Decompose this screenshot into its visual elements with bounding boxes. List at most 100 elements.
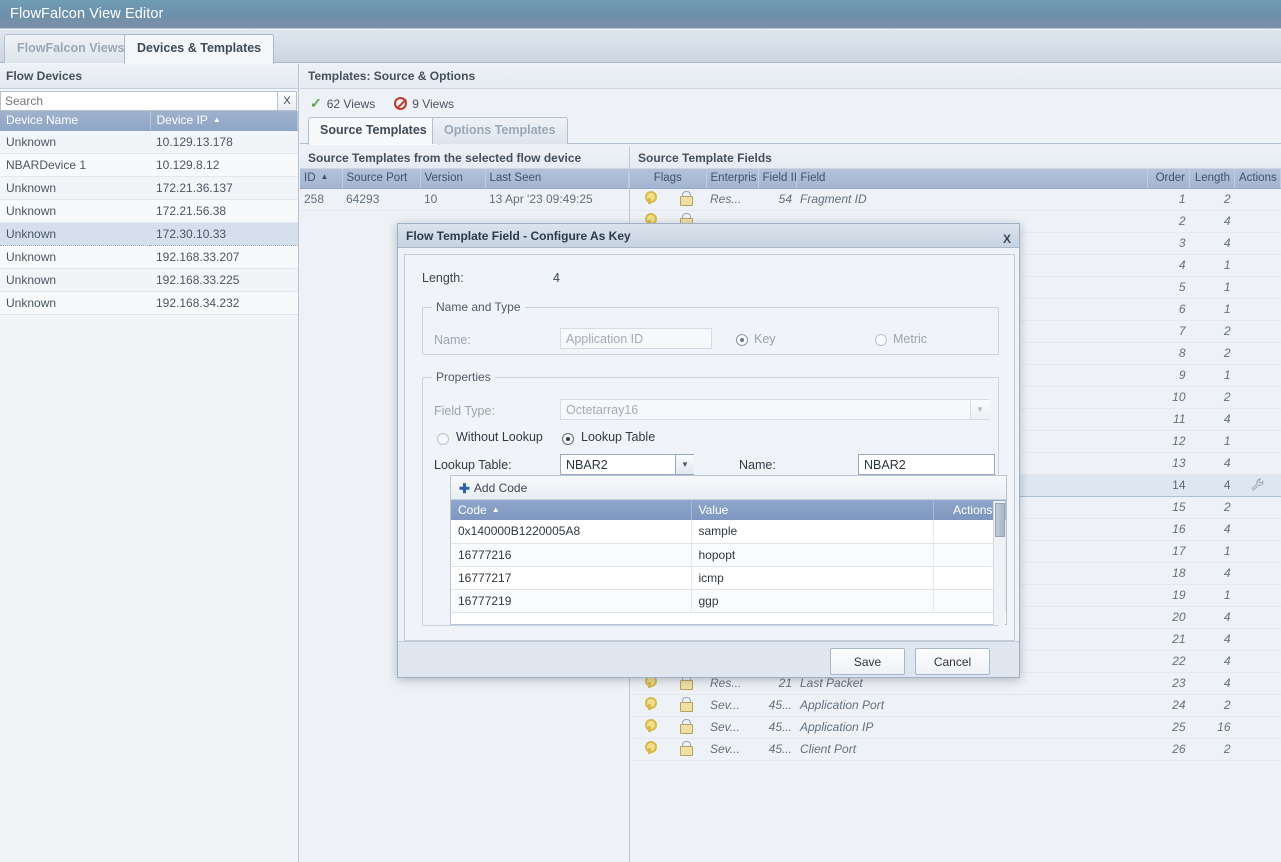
column-order[interactable]: Order: [1147, 169, 1190, 189]
column-id[interactable]: ID ▲: [300, 169, 343, 189]
device-ip-cell: 10.129.8.12: [150, 153, 298, 177]
table-row[interactable]: Unknown 172.21.36.137: [0, 176, 298, 200]
column-enterprise[interactable]: Enterpris: [706, 169, 759, 189]
code-table-header: Code ▲ Value Actions: [451, 500, 1006, 520]
search-clear-button[interactable]: X: [278, 91, 297, 111]
actions-cell: [1234, 320, 1281, 343]
table-row[interactable]: Sev... 45... Client Port 26 2: [630, 738, 1281, 761]
list-item[interactable]: 16777219 ggp: [451, 589, 1006, 613]
actions-cell: [1234, 694, 1281, 717]
lookup-table-label: Lookup Table:: [434, 458, 512, 472]
table-row[interactable]: Unknown 192.168.33.207: [0, 245, 298, 269]
tab-options-templates[interactable]: Options Templates: [432, 117, 568, 144]
order-cell: 20: [1147, 606, 1190, 629]
value-cell: icmp: [691, 566, 934, 590]
device-name-cell: Unknown: [0, 245, 150, 269]
field-id-cell: 54: [758, 188, 796, 211]
lookup-name-input[interactable]: [858, 454, 995, 475]
column-field-id[interactable]: Field II: [758, 169, 797, 189]
order-cell: 18: [1147, 562, 1190, 585]
length-cell: 4: [1189, 672, 1235, 695]
actions-cell: [1234, 276, 1281, 299]
tab-source-templates[interactable]: Source Templates: [308, 117, 439, 145]
add-code-button[interactable]: Add Code: [474, 481, 527, 495]
code-table-scrollbar[interactable]: [993, 501, 1005, 625]
tab-devices-templates[interactable]: Devices & Templates: [124, 34, 275, 64]
save-button[interactable]: Save: [830, 648, 905, 675]
device-name-cell: Unknown: [0, 176, 150, 200]
length-cell: 2: [1189, 386, 1235, 409]
templates-title: Templates: Source & Options: [300, 64, 1281, 89]
table-row[interactable]: Unknown 172.30.10.33: [0, 221, 298, 246]
actions-cell: [1234, 298, 1281, 321]
template-sub-tabs: Source Templates Options Templates: [300, 117, 1281, 145]
length-value: 4: [553, 271, 560, 285]
enterprise-cell: Sev...: [706, 738, 758, 761]
actions-cell: [1234, 540, 1281, 563]
enabled-views-count: 62 Views: [326, 96, 376, 111]
order-cell: 13: [1147, 452, 1190, 475]
chevron-down-icon[interactable]: ▼: [970, 400, 989, 419]
tab-flowfalcon-views[interactable]: FlowFalcon Views: [4, 34, 138, 63]
close-icon[interactable]: X: [1003, 227, 1011, 251]
actions-cell: [1234, 254, 1281, 277]
order-cell: 24: [1147, 694, 1190, 717]
search-input[interactable]: [0, 91, 278, 111]
table-row[interactable]: Unknown 192.168.34.232: [0, 291, 298, 315]
source-port-cell: 64293: [342, 188, 420, 211]
chevron-down-icon[interactable]: ▼: [675, 455, 694, 474]
column-length[interactable]: Length: [1189, 169, 1235, 189]
column-device-ip[interactable]: Device IP ▲: [150, 111, 298, 131]
column-last-seen[interactable]: Last Seen: [485, 169, 629, 189]
table-row[interactable]: 258 64293 10 13 Apr '23 09:49:25: [300, 188, 629, 211]
actions-cell[interactable]: [1234, 473, 1281, 497]
metric-radio[interactable]: [875, 334, 887, 346]
lookup-name-label: Name:: [739, 458, 776, 472]
device-name-cell: NBARDevice 1: [0, 153, 150, 177]
without-lookup-radio[interactable]: [437, 433, 449, 445]
lock-icon: [679, 191, 693, 206]
key-radio[interactable]: [736, 334, 748, 346]
column-source-port[interactable]: Source Port: [342, 169, 421, 189]
column-code[interactable]: Code ▲: [451, 500, 692, 520]
lookup-table-radio[interactable]: [562, 433, 574, 445]
wrench-icon[interactable]: [1251, 478, 1265, 492]
lookup-table-radio-label: Lookup Table: [581, 430, 656, 444]
actions-cell: [1234, 584, 1281, 607]
actions-cell: [1234, 188, 1281, 211]
field-id-cell: 45...: [758, 738, 796, 761]
order-cell: 14: [1147, 473, 1190, 497]
column-device-name[interactable]: Device Name: [0, 111, 151, 131]
length-cell: 1: [1189, 540, 1235, 563]
column-version[interactable]: Version: [420, 169, 486, 189]
lookup-table-select[interactable]: [560, 454, 694, 475]
table-row[interactable]: NBARDevice 1 10.129.8.12: [0, 153, 298, 177]
column-field[interactable]: Field: [796, 169, 1148, 189]
table-row[interactable]: Unknown 192.168.33.225: [0, 268, 298, 292]
table-row[interactable]: Unknown 172.21.56.38: [0, 199, 298, 223]
column-flags[interactable]: Flags: [630, 169, 707, 189]
field-type-select[interactable]: [560, 399, 989, 420]
device-table: Device Name Device IP ▲ Unknown 10.129.13.…: [0, 111, 298, 315]
table-row[interactable]: Sev... 45... Application Port 24 2: [630, 694, 1281, 717]
cancel-button[interactable]: Cancel: [915, 648, 990, 675]
list-item[interactable]: 16777216 hopopt: [451, 543, 1006, 567]
table-row[interactable]: Res... 54 Fragment ID 1 2: [630, 188, 1281, 211]
actions-cell: [1234, 518, 1281, 541]
column-value[interactable]: Value: [691, 500, 934, 520]
length-cell: 4: [1189, 650, 1235, 673]
order-cell: 5: [1147, 276, 1190, 299]
flags-cell: [630, 694, 706, 717]
table-row[interactable]: Unknown 10.129.13.178: [0, 130, 298, 154]
properties-group: Properties Field Type: ▼ Without Lookup …: [422, 370, 1007, 626]
configure-field-dialog: Flow Template Field - Configure As Key X…: [397, 223, 1020, 678]
table-row[interactable]: Sev... 45... Application IP 25 16: [630, 716, 1281, 739]
length-cell: 4: [1189, 473, 1235, 497]
dialog-title: Flow Template Field - Configure As Key: [406, 229, 631, 243]
list-item[interactable]: 16777217 icmp: [451, 566, 1006, 590]
field-name-input[interactable]: [560, 328, 712, 349]
column-actions[interactable]: Actions: [1234, 169, 1281, 189]
list-item[interactable]: 0x140000B1220005A8 sample: [451, 520, 1006, 544]
scrollbar-thumb[interactable]: [995, 503, 1005, 537]
code-cell: 16777217: [451, 566, 692, 590]
